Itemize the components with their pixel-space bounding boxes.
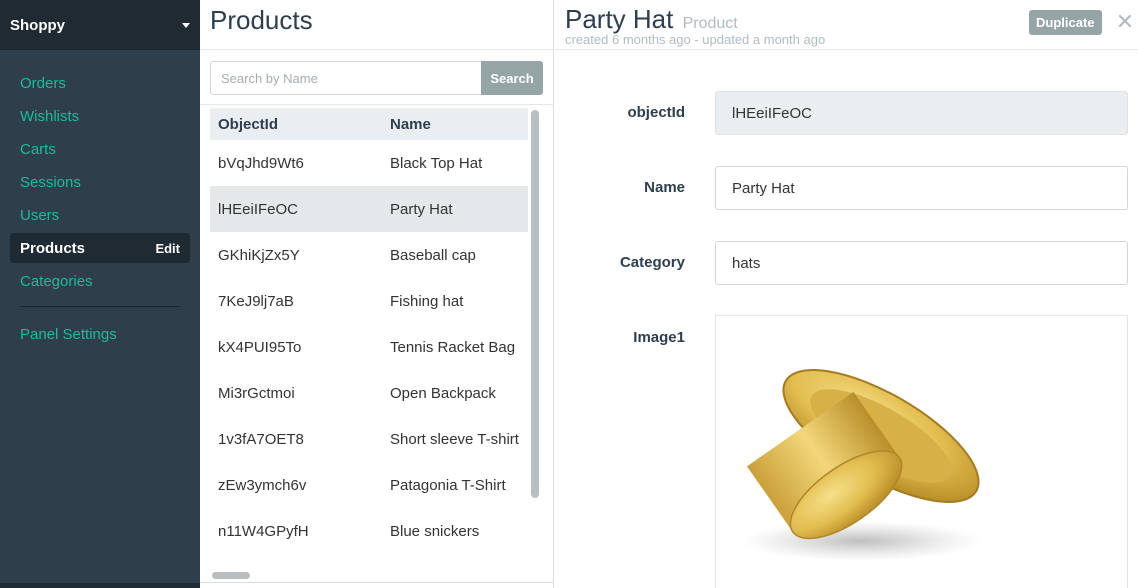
field-label-image1: Image1	[633, 329, 685, 346]
sidebar-item-label: Products	[20, 239, 86, 257]
sidebar-item-label: Categories	[20, 272, 93, 290]
search-button[interactable]: Search	[481, 61, 543, 95]
app-name: Shoppy	[10, 16, 65, 34]
search-bar: Search	[210, 61, 543, 95]
detail-header: Party Hat Product created 6 months ago -…	[555, 0, 1138, 50]
divider	[200, 104, 554, 105]
sidebar-item-orders[interactable]: Orders	[10, 68, 190, 98]
cell-name: Fishing hat	[390, 292, 464, 310]
sidebar: Shoppy Orders Wishlists Carts Sessions U…	[0, 0, 200, 588]
sidebar-item-sessions[interactable]: Sessions	[10, 167, 190, 197]
record-title: Party Hat Product	[565, 4, 738, 35]
field-label-objectid: objectId	[627, 104, 685, 121]
cell-name: Open Backpack	[390, 384, 496, 402]
name-field[interactable]: Party Hat	[715, 166, 1128, 210]
cell-objectid: Mi3rGctmoi	[218, 384, 295, 402]
table-row[interactable]: kX4PUI95To Tennis Racket Bag	[210, 324, 528, 370]
search-input[interactable]	[210, 61, 481, 95]
sidebar-item-users[interactable]: Users	[10, 200, 190, 230]
list-panel: Products Search ObjectId Name bVqJhd9Wt6…	[200, 0, 554, 588]
column-header-name[interactable]: Name	[390, 116, 528, 133]
cell-name: Baseball cap	[390, 246, 476, 264]
record-timestamps: created 6 months ago - updated a month a…	[565, 32, 826, 47]
sidebar-item-panel-settings[interactable]: Panel Settings	[10, 319, 190, 349]
cell-name: Tennis Racket Bag	[390, 338, 516, 356]
cell-name: Black Top Hat	[390, 154, 483, 172]
table-row[interactable]: n11W4GPyfH Blue snickers	[210, 508, 528, 554]
record-type: Product	[682, 15, 738, 32]
table-row[interactable]: GKhiKjZx5Y Baseball cap	[210, 232, 528, 278]
sidebar-item-label: Orders	[20, 74, 66, 92]
app-switcher[interactable]: Shoppy	[0, 0, 200, 50]
category-field[interactable]: hats	[715, 241, 1128, 285]
sidebar-item-label: Carts	[20, 140, 56, 158]
cell-objectid: 1v3fA7OET8	[218, 430, 304, 448]
detail-panel: Party Hat Product created 6 months ago -…	[555, 0, 1138, 588]
cell-objectid: n11W4GPyfH	[218, 522, 309, 540]
edit-collection-link[interactable]: Edit	[155, 241, 180, 256]
sidebar-item-products[interactable]: Products Edit	[10, 233, 190, 263]
cell-objectid: bVqJhd9Wt6	[218, 154, 304, 172]
close-icon[interactable]: ✕	[1115, 10, 1135, 34]
cell-objectid: GKhiKjZx5Y	[218, 246, 300, 264]
sidebar-footer	[0, 583, 200, 588]
sidebar-item-wishlists[interactable]: Wishlists	[10, 101, 190, 131]
cell-objectid: lHEeiIFeOC	[218, 200, 299, 218]
caret-down-icon	[182, 22, 190, 28]
cell-objectid: kX4PUI95To	[218, 338, 302, 356]
sidebar-item-label: Users	[20, 206, 60, 224]
column-header-objectid[interactable]: ObjectId	[210, 116, 390, 133]
cell-name: Patagonia T-Shirt	[390, 476, 506, 494]
table-row[interactable]: zEw3ymch6v Patagonia T-Shirt	[210, 462, 528, 508]
sidebar-nav: Orders Wishlists Carts Sessions Users Pr…	[0, 50, 200, 349]
objectid-field: lHEeiIFeOC	[715, 91, 1128, 135]
table-row[interactable]: 1v3fA7OET8 Short sleeve T-shirt	[210, 416, 528, 462]
duplicate-button[interactable]: Duplicate	[1029, 10, 1102, 35]
cell-objectid: zEw3ymch6v	[218, 476, 307, 494]
products-table: ObjectId Name bVqJhd9Wt6 Black Top Hat lH…	[210, 108, 528, 568]
image1-field[interactable]	[715, 315, 1128, 588]
horizontal-scrollbar[interactable]	[212, 572, 250, 579]
sidebar-item-label: Panel Settings	[20, 325, 117, 343]
cell-name: Blue snickers	[390, 522, 480, 540]
record-title-text: Party Hat	[565, 4, 674, 34]
field-label-name: Name	[644, 179, 685, 196]
page-title: Products	[200, 0, 553, 50]
party-hat-image	[741, 369, 981, 561]
divider	[200, 582, 554, 583]
sidebar-item-label: Wishlists	[20, 107, 80, 125]
cell-name: Party Hat	[390, 200, 453, 218]
sidebar-item-label: Sessions	[20, 173, 81, 191]
sidebar-divider	[20, 306, 180, 307]
sidebar-item-carts[interactable]: Carts	[10, 134, 190, 164]
field-label-category: Category	[619, 254, 685, 271]
vertical-scrollbar[interactable]	[531, 110, 539, 498]
table-header: ObjectId Name	[210, 108, 528, 140]
cell-objectid: 7KeJ9lj7aB	[218, 292, 294, 310]
table-row-selected[interactable]: lHEeiIFeOC Party Hat	[210, 186, 528, 232]
sidebar-item-categories[interactable]: Categories	[10, 266, 190, 296]
table-row[interactable]: Mi3rGctmoi Open Backpack	[210, 370, 528, 416]
table-row[interactable]: bVqJhd9Wt6 Black Top Hat	[210, 140, 528, 186]
cell-name: Short sleeve T-shirt	[390, 430, 519, 448]
table-row[interactable]: 7KeJ9lj7aB Fishing hat	[210, 278, 528, 324]
